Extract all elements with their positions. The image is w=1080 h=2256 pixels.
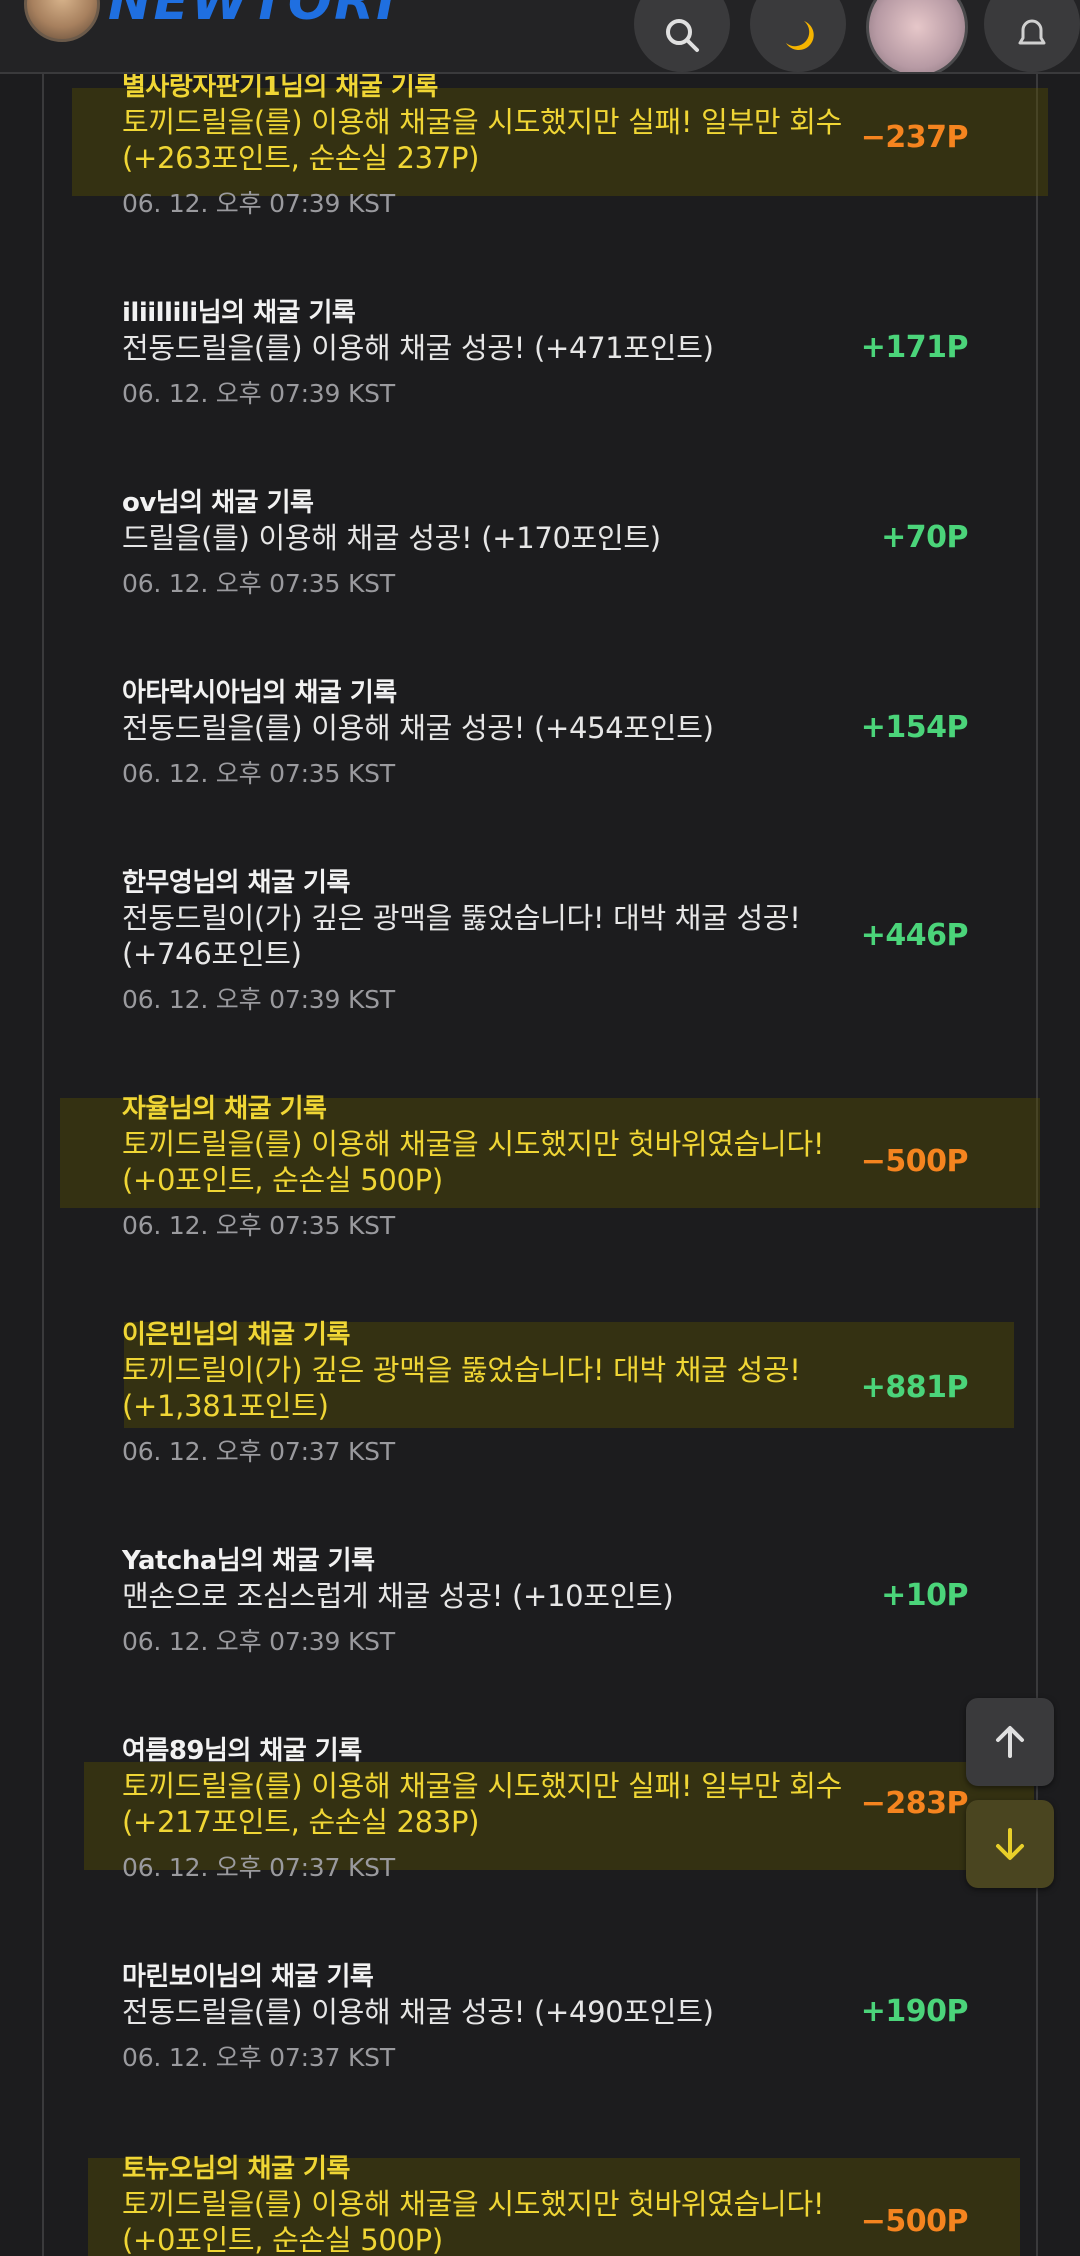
list-item: 한무영님의 채굴 기록 전동드릴이(가) 깊은 광맥을 뚫었습니다! 대박 채굴… [122,862,969,1014]
bell-icon [1018,19,1046,45]
entry-time: 06. 12. 오후 07:39 KST [122,1627,395,1656]
entry-title: iliillili님의 채굴 기록 [122,298,356,328]
entry-title: 이은빈님의 채굴 기록 [122,1320,350,1350]
list-item: 자율님의 채굴 기록 토끼드릴을(를) 이용해 채굴을 시도했지만 헛바위였습니… [122,1088,969,1240]
avatar[interactable] [24,0,100,42]
notification-button[interactable] [984,0,1080,72]
scroll-to-bottom-button[interactable] [966,1800,1054,1888]
entry-points: +171P [860,330,969,365]
list-item: 별사랑자판기1님의 채굴 기록 토끼드릴을(를) 이용해 채굴을 시도했지만 실… [122,64,969,224]
entry-title: 토뉴오님의 채굴 기록 [122,2154,350,2184]
entry-message: 전동드릴이(가) 깊은 광맥을 뚫었습니다! 대박 채굴 성공! (+746포인… [122,901,801,971]
entry-time: 06. 12. 오후 07:39 KST [122,379,395,408]
entry-message: 전동드릴을(를) 이용해 채굴 성공! (+471포인트) [122,331,714,365]
entry-message: 맨손으로 조심스럽게 채굴 성공! (+10포인트) [122,1579,674,1613]
entry-time: 06. 12. 오후 07:37 KST [122,2043,395,2072]
entry-message: 토끼드릴을(를) 이용해 채굴을 시도했지만 실패! 일부만 회수(+263포인… [122,105,842,175]
entry-message: 토끼드릴을(를) 이용해 채굴을 시도했지만 헛바위였습니다! (+0포인트, … [122,1127,825,1197]
entry-message: 토끼드릴을(를) 이용해 채굴을 시도했지만 실패! 일부만 회수(+217포인… [122,1769,842,1839]
top-header: NEWTORI [0,0,1080,74]
list-item: iliillili님의 채굴 기록 전동드릴을(를) 이용해 채굴 성공! (+… [122,292,969,412]
entry-time: 06. 12. 오후 07:35 KST [122,759,395,788]
list-item: ov님의 채굴 기록 드릴을(를) 이용해 채굴 성공! (+170포인트) 0… [122,482,968,602]
entry-message: 드릴을(를) 이용해 채굴 성공! (+170포인트) [122,521,661,555]
profile-button[interactable] [866,0,968,72]
arrow-down-icon [996,1828,1024,1860]
scroll-to-top-button[interactable] [966,1698,1054,1786]
entry-time: 06. 12. 오후 07:37 KST [122,1437,395,1466]
list-item: 이은빈님의 채굴 기록 토끼드릴이(가) 깊은 광맥을 뚫었습니다! 대박 채굴… [122,1314,969,1466]
moon-icon [786,21,814,51]
theme-toggle-button[interactable] [750,0,846,72]
entry-points: +10P [881,1578,968,1613]
entry-points: −237P [860,120,969,155]
entry-time: 06. 12. 오후 07:39 KST [122,189,395,218]
entry-points: +70P [881,520,968,555]
entry-points: +446P [860,918,969,953]
entry-message: 전동드릴을(를) 이용해 채굴 성공! (+490포인트) [122,1995,714,2029]
entry-points: +190P [860,1994,969,2029]
search-button[interactable] [634,0,730,72]
entry-title: 자율님의 채굴 기록 [122,1094,327,1124]
arrow-up-icon [996,1726,1024,1758]
entry-time: 06. 12. 오후 07:39 KST [122,985,395,1014]
entry-time: 06. 12. 오후 07:37 KST [122,1853,395,1882]
entry-message: 전동드릴을(를) 이용해 채굴 성공! (+454포인트) [122,711,714,745]
entry-title: ov님의 채굴 기록 [122,488,314,518]
entry-message: 토끼드릴을(를) 이용해 채굴을 시도했지만 헛바위였습니다! (+0포인트, … [122,2187,825,2256]
entry-time: 06. 12. 오후 07:35 KST [122,1211,395,1240]
entry-message: 토끼드릴이(가) 깊은 광맥을 뚫었습니다! 대박 채굴 성공! (+1,381… [122,1353,801,1423]
entry-time: 06. 12. 오후 07:35 KST [122,569,395,598]
entry-title: 한무영님의 채굴 기록 [122,868,350,898]
search-icon [666,19,699,52]
list-item: 토뉴오님의 채굴 기록 토끼드릴을(를) 이용해 채굴을 시도했지만 헛바위였습… [122,2148,969,2256]
entry-points: −283P [860,1786,969,1821]
list-item: 아타락시아님의 채굴 기록 전동드릴을(를) 이용해 채굴 성공! (+454포… [122,672,969,792]
entry-title: 마린보이님의 채굴 기록 [122,1962,374,1992]
entry-title: 아타락시아님의 채굴 기록 [122,678,397,708]
entry-points: −500P [860,2204,969,2239]
entry-title: 여름89님의 채굴 기록 [122,1736,362,1766]
site-logo[interactable]: NEWTORI [108,0,397,32]
entry-points: +881P [860,1370,969,1405]
entry-title: Yatcha님의 채굴 기록 [122,1546,375,1576]
list-item: 마린보이님의 채굴 기록 전동드릴을(를) 이용해 채굴 성공! (+490포인… [122,1956,969,2076]
page: NEWTORI 별사랑자판기1님의 채굴 기록 토끼드릴을(를) 이용해 채굴을… [0,0,1080,2256]
entry-points: +154P [860,710,969,745]
list-item: Yatcha님의 채굴 기록 맨손으로 조심스럽게 채굴 성공! (+10포인트… [122,1540,968,1660]
entry-points: −500P [860,1144,969,1179]
list-item: 여름89님의 채굴 기록 토끼드릴을(를) 이용해 채굴을 시도했지만 실패! … [122,1730,969,1882]
